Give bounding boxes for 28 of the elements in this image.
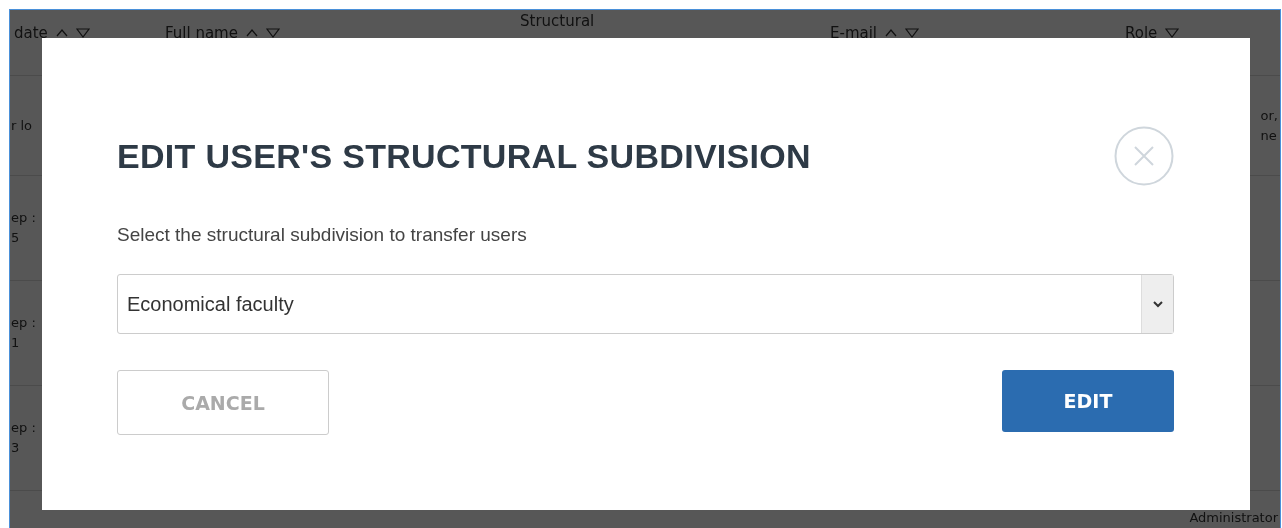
subdivision-select[interactable]: Economical faculty <box>117 274 1174 334</box>
filter-icon[interactable] <box>905 28 920 38</box>
sort-icon[interactable] <box>885 28 898 38</box>
filter-icon[interactable] <box>75 28 90 38</box>
close-button[interactable] <box>1114 126 1174 186</box>
table-cell-text: Administrator <box>1189 510 1278 526</box>
table-cell-text: ep : <box>11 314 36 332</box>
column-header: Role <box>1125 24 1158 42</box>
table-cell-text: or, <box>1260 106 1278 125</box>
column-header: Structural <box>520 12 595 30</box>
column-header: Full name <box>165 24 238 42</box>
table-cell-text: ne <box>1260 126 1278 145</box>
column-header: E-mail <box>830 24 878 42</box>
table-cell-text: 5 <box>11 229 21 247</box>
table-cell-text: ep : <box>11 209 36 227</box>
table-cell-text: 3 <box>11 439 21 457</box>
edit-button[interactable]: EDIT <box>1002 370 1174 432</box>
filter-icon[interactable] <box>1165 28 1180 38</box>
dialog-title: EDIT USER'S STRUCTURAL SUBDIVISION <box>117 136 811 176</box>
table-cell-text: 1 <box>11 334 21 352</box>
filter-icon[interactable] <box>265 28 280 38</box>
instruction-text: Select the structural subdivision to transfer users <box>117 224 528 246</box>
table-cell-text: r lo <box>11 116 33 135</box>
column-header: date <box>14 24 48 42</box>
chevron-down-icon[interactable] <box>1152 300 1163 308</box>
sort-icon[interactable] <box>55 28 68 38</box>
table-cell-text: ep : <box>11 419 36 437</box>
sort-icon[interactable] <box>245 28 258 38</box>
